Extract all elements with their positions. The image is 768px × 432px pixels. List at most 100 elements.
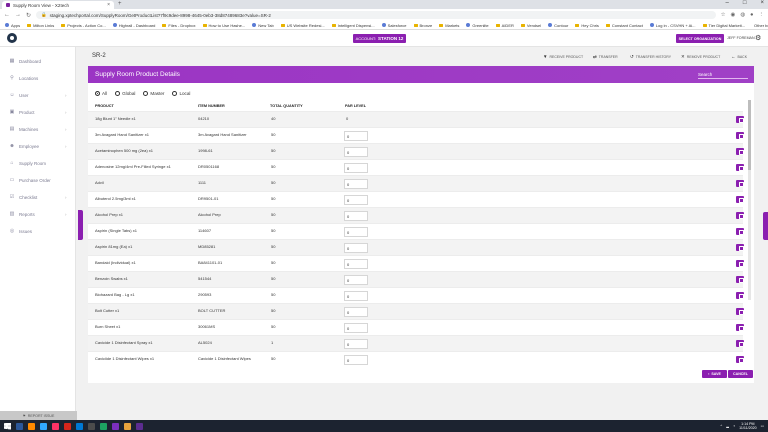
bookmark-item[interactable]: Intelligent Dispensi... <box>331 23 375 28</box>
app-icon[interactable] <box>88 422 95 430</box>
transfer-button[interactable]: ⇄ TRANSFER <box>593 54 618 60</box>
report-issue-button[interactable]: ⚑ REPORT ISSUE <box>0 411 77 420</box>
par-level-input[interactable]: 0 <box>344 339 368 349</box>
avatar[interactable] <box>7 33 17 43</box>
column-par-level[interactable]: PAR LEVEL <box>345 104 366 108</box>
scrollbar[interactable] <box>748 100 751 300</box>
column-product[interactable]: PRODUCT <box>95 104 114 108</box>
reload-icon[interactable]: ↻ <box>26 12 31 19</box>
folder-icon[interactable] <box>124 422 131 430</box>
par-level-input[interactable]: 0 <box>344 275 368 285</box>
scrollbar-thumb[interactable] <box>748 100 751 170</box>
settings-gear-icon[interactable]: ⚙ <box>755 34 761 42</box>
row-edit-icon[interactable] <box>736 116 744 123</box>
row-edit-icon[interactable] <box>736 244 744 251</box>
url-field[interactable]: 🔒 staging.xptechportal.com/SupplyRoom/Ge… <box>36 11 716 19</box>
star-icon[interactable]: ☆ <box>721 12 726 18</box>
profile-icon[interactable]: ● <box>750 12 753 18</box>
sidebar-item-product[interactable]: ▣ Product › <box>9 109 67 115</box>
sidebar-item-purchase-order[interactable]: ▭ Purchase Order <box>9 177 51 183</box>
par-level-input[interactable]: 0 <box>344 307 368 317</box>
explorer-icon[interactable] <box>16 422 23 430</box>
extension-icon[interactable]: ◉ <box>731 12 736 18</box>
bookmark-item[interactable]: Constant Contact <box>605 23 643 28</box>
row-edit-icon[interactable] <box>736 292 744 299</box>
acrobat-icon[interactable] <box>64 422 71 430</box>
sidebar-item-locations[interactable]: ⚲ Locations <box>9 75 38 81</box>
row-edit-icon[interactable] <box>736 196 744 203</box>
sidebar-item-user[interactable]: ☺ User › <box>9 92 66 98</box>
sidebar-item-dashboard[interactable]: ▦ Dashboard <box>9 58 41 64</box>
photoshop-icon[interactable] <box>40 422 47 430</box>
filter-radio-master[interactable]: Master <box>143 91 164 96</box>
user-name[interactable]: JEFF FOREMAN <box>727 36 755 40</box>
search-input[interactable]: Search <box>698 69 748 79</box>
indesign-icon[interactable] <box>52 422 59 430</box>
column-total-quantity[interactable]: TOTAL QUANTITY <box>270 104 303 108</box>
par-level-input[interactable]: 0 <box>344 243 368 253</box>
bookmark-item[interactable]: Projects - Action Co... <box>61 23 106 28</box>
account-selector[interactable]: ACCOUNT: STATION 12 <box>353 34 406 43</box>
minimize-icon[interactable]: – <box>726 0 729 6</box>
par-level-input[interactable]: 0 <box>344 227 368 237</box>
close-window-icon[interactable]: × <box>760 0 764 6</box>
new-tab-icon[interactable]: + <box>118 1 122 7</box>
app-icon-2[interactable] <box>112 422 119 430</box>
back-button[interactable]: ← BACK <box>731 54 747 59</box>
bookmark-item[interactable]: Hey Chris <box>575 23 599 28</box>
par-level-input[interactable]: 0 <box>344 355 368 365</box>
row-edit-icon[interactable] <box>736 260 744 267</box>
bookmark-item[interactable]: Markets <box>439 23 459 28</box>
bookmark-item[interactable]: New Tab <box>252 23 274 28</box>
bookmark-item[interactable]: Log in - CSVHN + Ai... <box>649 23 696 28</box>
filter-radio-global[interactable]: Global <box>115 91 135 96</box>
sidebar-item-machines[interactable]: ▤ Machines › <box>9 126 67 132</box>
row-edit-icon[interactable] <box>736 276 744 283</box>
par-level-input[interactable]: 0 <box>344 259 368 269</box>
par-level-input[interactable]: 0 <box>344 163 368 173</box>
menu-icon[interactable]: ⋮ <box>759 12 765 18</box>
sidebar-item-reports[interactable]: ▥ Reports › <box>9 211 67 217</box>
sidebar-item-supply-room[interactable]: ⌂ Supply Room <box>9 160 46 166</box>
remove-product-button[interactable]: ✕ REMOVE PRODUCT <box>681 54 720 60</box>
back-arrow-icon[interactable]: ← <box>4 12 10 18</box>
bookmark-item[interactable]: Files - Dropbox <box>162 23 196 28</box>
par-level-input[interactable]: 0 <box>344 211 368 221</box>
par-level-input[interactable]: 0 <box>344 195 368 205</box>
network-icon[interactable]: ▂ <box>726 424 729 428</box>
row-edit-icon[interactable] <box>736 164 744 171</box>
par-level-input[interactable]: 0 <box>344 147 368 157</box>
chrome-icon[interactable] <box>100 422 107 430</box>
bookmark-item[interactable]: Greenlite <box>466 23 489 28</box>
filter-radio-local[interactable]: Local <box>172 91 190 96</box>
row-edit-icon[interactable] <box>736 180 744 187</box>
notification-icon[interactable]: ▭ <box>761 424 764 428</box>
sidebar-item-issues[interactable]: ◎ Issues <box>9 228 32 234</box>
illustrator-icon[interactable] <box>28 422 35 430</box>
par-level-input[interactable]: 0 <box>344 131 368 141</box>
bookmark-item[interactable]: Contour <box>548 23 568 28</box>
row-edit-icon[interactable] <box>736 228 744 235</box>
other-bookmarks[interactable]: Other bookmarks <box>752 23 768 28</box>
app-icon-3[interactable] <box>136 422 143 430</box>
row-edit-icon[interactable] <box>736 308 744 315</box>
sidebar-item-checklist[interactable]: ☑ Checklist › <box>9 194 67 200</box>
close-tab-icon[interactable]: × <box>107 2 110 8</box>
bookmark-item[interactable]: Vendsel <box>520 23 541 28</box>
transfer-history-button[interactable]: ↺ TRANSFER HISTORY <box>630 54 671 60</box>
column-item-number[interactable]: ITEM NUMBER <box>198 104 225 108</box>
bookmark-item[interactable]: Milton Links <box>27 23 54 28</box>
bookmark-item[interactable]: Apps <box>5 23 20 28</box>
sidebar-collapse-handle[interactable] <box>78 210 83 240</box>
tray-arrow-icon[interactable]: ^ <box>721 424 723 428</box>
par-level-input[interactable]: 0 <box>344 179 368 189</box>
windows-start-icon[interactable] <box>4 422 11 430</box>
bookmark-item[interactable]: AIDER <box>495 23 514 28</box>
par-level-input[interactable]: 0 <box>344 323 368 333</box>
par-level-input[interactable]: 0 <box>344 291 368 301</box>
bookmark-item[interactable]: Salesforce <box>381 23 407 28</box>
row-edit-icon[interactable] <box>736 356 744 363</box>
row-edit-icon[interactable] <box>736 132 744 139</box>
sidebar-item-employee[interactable]: ☻ Employee › <box>9 143 66 149</box>
browser-tab[interactable]: Supply Room View - X2tech × <box>2 1 114 9</box>
